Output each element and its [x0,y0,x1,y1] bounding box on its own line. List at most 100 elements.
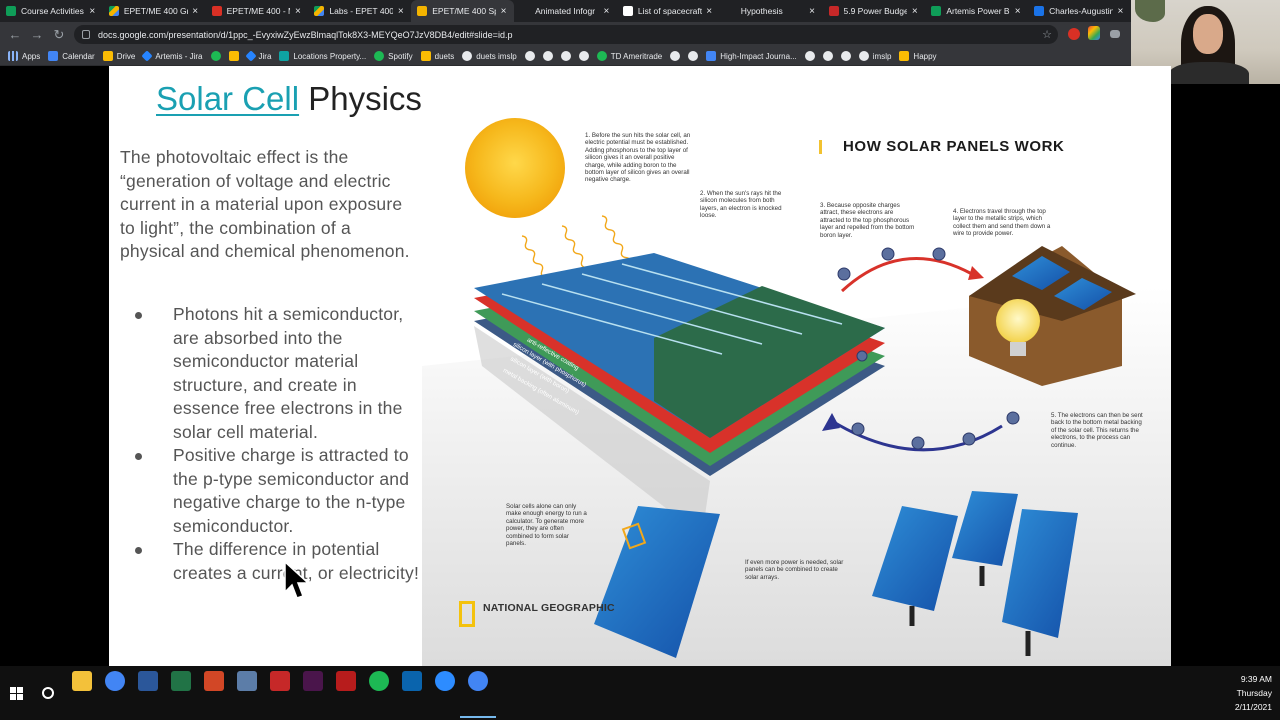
windows-start-icon[interactable] [10,687,23,700]
word-icon[interactable] [138,671,158,691]
slide-bullet-list: Photons hit a semiconductor, are absorbe… [135,303,425,585]
bookmark-item[interactable] [804,51,815,61]
solar-panel-infographic: HOW SOLAR PANELS WORK 1. Before the sun … [422,66,1171,666]
browser-tab[interactable]: EPET/ME 400 Sp × [411,0,515,22]
bookmark-item[interactable]: Spotify [374,51,413,61]
tab-close-icon[interactable]: × [1013,6,1022,17]
spotify-icon[interactable] [369,671,389,691]
bookmark-item[interactable]: High-Impact Journa... [706,51,797,61]
browser-tab[interactable]: EPET/ME 400 - M × [206,0,309,22]
imslp-icon [858,51,869,61]
mouse-cursor-icon [284,561,310,599]
bookmark-item[interactable] [578,51,589,61]
reload-icon[interactable]: ↻ [48,24,70,46]
bullet-item: Positive charge is attracted to the p-ty… [135,444,425,538]
tab-close-icon[interactable]: × [808,6,817,17]
browser-tab[interactable]: EPET/ME 400 Gr × [103,0,206,22]
wiki-icon [622,6,633,16]
bookmark-label: Locations Property... [293,51,367,61]
bookmark-item[interactable] [822,51,833,61]
sun-shape [465,118,565,218]
browser-tab[interactable]: List of spacecraft × [617,0,720,22]
bar-icon [524,51,535,61]
bookmark-item[interactable] [524,51,535,61]
chrome-icon[interactable] [105,671,125,691]
bookmark-item[interactable]: Jira [244,50,271,62]
extension-menu-icon[interactable] [1110,30,1120,38]
bookmark-item[interactable]: Artemis - Jira [141,50,203,62]
tab-close-icon[interactable]: × [1116,6,1125,17]
cortana-search-icon[interactable] [42,687,54,699]
address-bar[interactable]: docs.google.com/presentation/d/1ppc_-Evy… [74,25,1058,44]
back-icon[interactable]: ← [4,24,26,46]
tab-close-icon[interactable]: × [910,6,919,17]
browser-toolbar: ← → ↻ docs.google.com/presentation/d/1pp… [0,22,1131,47]
bookmark-item[interactable]: Apps [8,51,40,61]
tab-title: EPET/ME 400 Gr [123,6,188,16]
excel-icon[interactable] [171,671,191,691]
bookmark-item[interactable] [210,51,221,61]
bookmark-item[interactable]: imslp [858,51,891,61]
tab-close-icon[interactable]: × [705,6,714,17]
bookmarks-bar: Apps Calendar Drive Artemis - Jira Jira Locat… [0,47,1131,66]
screen: Course Activities × EPET/ME 400 Gr × EPET/ME… [0,0,1280,720]
bookmark-item[interactable]: duets imslp [462,51,517,61]
zoom-icon[interactable] [435,671,455,691]
bookmark-item[interactable] [688,51,699,61]
browser-tab[interactable]: Course Activities × [0,0,103,22]
browser-tab[interactable]: Hypothesis × [720,0,823,22]
tab-close-icon[interactable]: × [396,6,405,17]
blank-favicon-icon [520,6,530,16]
extension-color-icon[interactable] [1088,26,1100,40]
tab-title: List of spacecraft [637,6,702,16]
browser-tab-strip: Course Activities × EPET/ME 400 Gr × EPET/ME… [0,0,1131,22]
browser-tab[interactable]: 5.9 Power Budge × [823,0,926,22]
clock-day: Thursday [1236,688,1272,698]
bookmark-item[interactable]: TD Ameritrade [596,51,662,61]
step-1-note: 1. Before the sun hits the solar cell, a… [585,132,691,184]
bookmark-item[interactable] [560,51,571,61]
browser-tab[interactable]: Labs - EPET 400 × [308,0,411,22]
autodesk-icon[interactable] [336,671,356,691]
acrobat-icon[interactable] [270,671,290,691]
imslp-icon [462,51,473,61]
light-bulb-base [1010,342,1026,356]
outlook-icon[interactable] [402,671,422,691]
browser-tab[interactable]: Charles-Augustin × [1028,0,1131,22]
powerpoint-icon[interactable] [204,671,224,691]
chrome-active-icon[interactable] [468,671,488,691]
bookmark-item[interactable]: Drive [102,51,135,61]
tab-title: Course Activities [21,6,84,16]
bookmark-item[interactable] [840,51,851,61]
tab-close-icon[interactable]: × [499,6,508,17]
drop-icon [542,51,553,61]
system-clock[interactable]: 9:39 AM Thursday 2/11/2021 [1212,672,1272,714]
address-url: docs.google.com/presentation/d/1ppc_-Evy… [98,29,513,40]
tab-close-icon[interactable]: × [293,6,302,17]
active-app-indicator [460,716,496,718]
browser-tab[interactable]: Artemis Power B × [925,0,1028,22]
tab-close-icon[interactable]: × [602,6,611,17]
presentation-slide: Solar Cell Physics The photovoltaic effe… [109,66,1171,666]
bookmark-item[interactable] [542,51,553,61]
paint-icon[interactable] [237,671,257,691]
bookmark-star-icon[interactable]: ☆ [1042,28,1052,41]
browser-tab[interactable]: Animated Infogr × [514,0,617,22]
bookmark-item[interactable] [670,51,681,61]
slack-icon[interactable] [303,671,323,691]
tab-close-icon[interactable]: × [191,6,200,17]
bookmark-item[interactable]: Calendar [48,51,95,61]
file-explorer-icon[interactable] [72,671,92,691]
bookmark-item[interactable] [228,51,239,61]
globe-icon [670,51,681,61]
slide-title-link[interactable]: Solar Cell [156,80,299,117]
forward-icon[interactable]: → [26,24,48,46]
tab-title: Animated Infogr [535,6,596,16]
tab-close-icon[interactable]: × [88,6,97,17]
solar-arrays-note: If even more power is needed, solar pane… [745,559,844,581]
bookmark-item[interactable]: duets [420,51,454,61]
extension-red-icon[interactable] [1068,28,1080,40]
bookmark-item[interactable]: Locations Property... [279,51,366,61]
bookmark-item[interactable]: Happy [899,51,937,61]
tab-title: Artemis Power B [946,6,1010,16]
